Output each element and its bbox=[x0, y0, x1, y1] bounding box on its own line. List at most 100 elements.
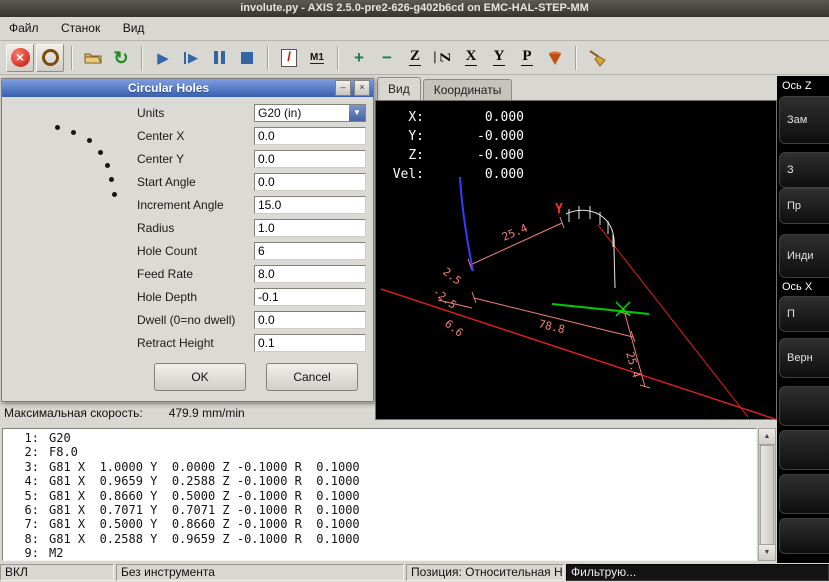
view-z-button[interactable]: Z bbox=[402, 45, 428, 71]
gcode-line[interactable]: 7: G81 X 0.5000 Y 0.8660 Z -0.1000 R 0.10… bbox=[3, 517, 756, 531]
reload-button[interactable]: ↻ bbox=[108, 45, 134, 71]
center-x-input[interactable] bbox=[254, 127, 366, 145]
folder-icon bbox=[84, 53, 102, 63]
view-perspective-button[interactable]: P bbox=[514, 45, 540, 71]
z-axis-line bbox=[459, 176, 474, 272]
axis-window: involute.py - AXIS 2.5.0-pre2-626-g402b6… bbox=[0, 0, 829, 582]
gcode-line[interactable]: 1: G20 bbox=[3, 431, 756, 445]
skip-lines-button[interactable]: / bbox=[276, 45, 302, 71]
window-titlebar[interactable]: involute.py - AXIS 2.5.0-pre2-626-g402b6… bbox=[0, 0, 829, 17]
status-filtering: Фильтрую... bbox=[566, 564, 829, 581]
panel-button[interactable] bbox=[779, 430, 829, 470]
gcode-line[interactable]: 5: G81 X 0.8660 Y 0.5000 Z -0.1000 R 0.10… bbox=[3, 489, 756, 503]
open-file-button[interactable] bbox=[80, 45, 106, 71]
machine-power-button[interactable] bbox=[36, 43, 64, 72]
gcode-line[interactable]: 6: G81 X 0.7071 Y 0.7071 Z -0.1000 R 0.10… bbox=[3, 503, 756, 517]
toolbar: × ↻ ▶ ▶ / M1 + − Z Z X Y P bbox=[0, 41, 829, 75]
hole-dot bbox=[55, 125, 60, 130]
minimize-button[interactable]: – bbox=[335, 80, 351, 96]
feed-rate-input[interactable] bbox=[254, 265, 366, 283]
gcode-line[interactable]: 9: M2 bbox=[3, 546, 756, 560]
scroll-down-icon[interactable]: ▼ bbox=[759, 544, 775, 560]
gcode-line[interactable]: 8: G81 X 0.2588 Y 0.9659 Z -0.1000 R 0.10… bbox=[3, 532, 756, 546]
machine-extents-lines bbox=[380, 224, 776, 419]
gcode-line[interactable]: 4: G81 X 0.9659 Y 0.2588 Z -0.1000 R 0.10… bbox=[3, 474, 756, 488]
hole-depth-input[interactable] bbox=[254, 288, 366, 306]
gcode-scrollbar[interactable]: ▲ ▼ bbox=[758, 428, 776, 561]
hole-count-input[interactable] bbox=[254, 242, 366, 260]
zoom-out-button[interactable]: − bbox=[374, 45, 400, 71]
panel-button[interactable] bbox=[779, 474, 829, 514]
dim-label-left: 6.6 bbox=[442, 317, 466, 339]
panel-button-indi[interactable]: Инди bbox=[779, 234, 829, 278]
gcode-line[interactable]: 3: G81 X 1.0000 Y 0.0000 Z -0.1000 R 0.10… bbox=[3, 460, 756, 474]
panel-button[interactable] bbox=[779, 518, 829, 554]
program-pause-button[interactable] bbox=[206, 45, 232, 71]
dim-label-right: 25.4 bbox=[623, 350, 643, 379]
start-angle-input[interactable] bbox=[254, 173, 366, 191]
program-stop-button[interactable] bbox=[234, 45, 260, 71]
scroll-up-icon[interactable]: ▲ bbox=[759, 429, 775, 445]
scrollbar-thumb[interactable] bbox=[760, 445, 774, 546]
tab-dro[interactable]: Координаты bbox=[422, 79, 513, 100]
tab-preview[interactable]: Вид bbox=[377, 77, 421, 100]
zoom-in-button[interactable]: + bbox=[346, 45, 372, 71]
dimension-annotations bbox=[437, 216, 651, 389]
gcode-listing[interactable]: 1: G20 2: F8.0 3: G81 X 1.0000 Y 0.0000 Z -… bbox=[2, 428, 757, 561]
program-run-button[interactable]: ▶ bbox=[150, 45, 176, 71]
menu-machine[interactable]: Станок bbox=[52, 17, 109, 40]
menu-bar: Файл Станок Вид bbox=[0, 17, 829, 41]
toolbar-separator bbox=[337, 45, 339, 70]
panel-button-pr[interactable]: Пр bbox=[779, 188, 829, 224]
field-label-start-angle: Start Angle bbox=[137, 175, 196, 189]
status-machine-state: ВКЛ bbox=[0, 564, 114, 581]
units-select[interactable]: G20 (in) ▼ bbox=[254, 104, 366, 122]
clear-plot-button[interactable] bbox=[584, 45, 610, 71]
status-bar: ВКЛ Без инструмента Позиция: Относительн… bbox=[0, 563, 829, 582]
dim-label-bottom: 78.8 bbox=[537, 317, 566, 336]
optional-pause-button[interactable]: M1 bbox=[304, 45, 330, 71]
view-z-icon: Z bbox=[408, 48, 421, 66]
dro-row-x: X: 0.000 bbox=[408, 110, 524, 125]
increment-angle-input[interactable] bbox=[254, 196, 366, 214]
panel-button-vern[interactable]: Верн bbox=[779, 338, 829, 378]
program-step-button[interactable]: ▶ bbox=[178, 45, 204, 71]
panel-button-p[interactable]: П bbox=[779, 296, 829, 332]
menu-file[interactable]: Файл bbox=[0, 17, 48, 40]
tool-marker bbox=[615, 301, 631, 317]
max-velocity-label: Максимальная скорость: bbox=[4, 406, 143, 420]
radius-input[interactable] bbox=[254, 219, 366, 237]
cancel-button[interactable]: Cancel bbox=[266, 363, 358, 391]
view-y-button[interactable]: Y bbox=[486, 45, 512, 71]
preview-tabbar: Вид Координаты bbox=[377, 77, 514, 100]
max-velocity-value: 479.9 mm/min bbox=[168, 406, 245, 420]
dialog-titlebar[interactable]: Circular Holes – × bbox=[2, 79, 373, 97]
gcode-line[interactable]: 2: F8.0 bbox=[3, 445, 756, 459]
hole-dot bbox=[71, 130, 76, 135]
status-position-mode: Позиция: Относительная Насто bbox=[406, 564, 564, 581]
view-x-icon: X bbox=[464, 48, 478, 66]
close-button[interactable]: × bbox=[354, 80, 370, 96]
estop-button[interactable]: × bbox=[6, 43, 34, 72]
center-y-input[interactable] bbox=[254, 150, 366, 168]
preview-canvas[interactable]: 25.4 78.8 6.6 2.5 -2.5 25.4 Y X: 0.000 Y… bbox=[375, 100, 777, 420]
dwell-input[interactable] bbox=[254, 311, 366, 329]
field-label-hole-count: Hole Count bbox=[137, 244, 198, 258]
retract-height-input[interactable] bbox=[254, 334, 366, 352]
panel-button-z[interactable]: З bbox=[779, 152, 829, 188]
panel-button-zam[interactable]: Зам bbox=[779, 96, 829, 144]
run-icon: ▶ bbox=[157, 49, 169, 67]
skip-lines-icon: / bbox=[281, 48, 297, 67]
field-label-units: Units bbox=[137, 106, 165, 120]
power-icon bbox=[41, 49, 59, 66]
dro-row-y: Y: -0.000 bbox=[408, 129, 524, 144]
panel-button[interactable] bbox=[779, 386, 829, 426]
view-x-button[interactable]: X bbox=[458, 45, 484, 71]
toolpath-toggle-button[interactable] bbox=[542, 45, 568, 71]
view-z-rotated-button[interactable]: Z bbox=[430, 45, 456, 71]
menu-view[interactable]: Вид bbox=[114, 17, 154, 40]
dim-label-small-neg: -2.5 bbox=[430, 285, 459, 312]
ok-button[interactable]: OK bbox=[154, 363, 246, 391]
toolpath-lines bbox=[565, 206, 616, 289]
hole-dot bbox=[98, 150, 103, 155]
